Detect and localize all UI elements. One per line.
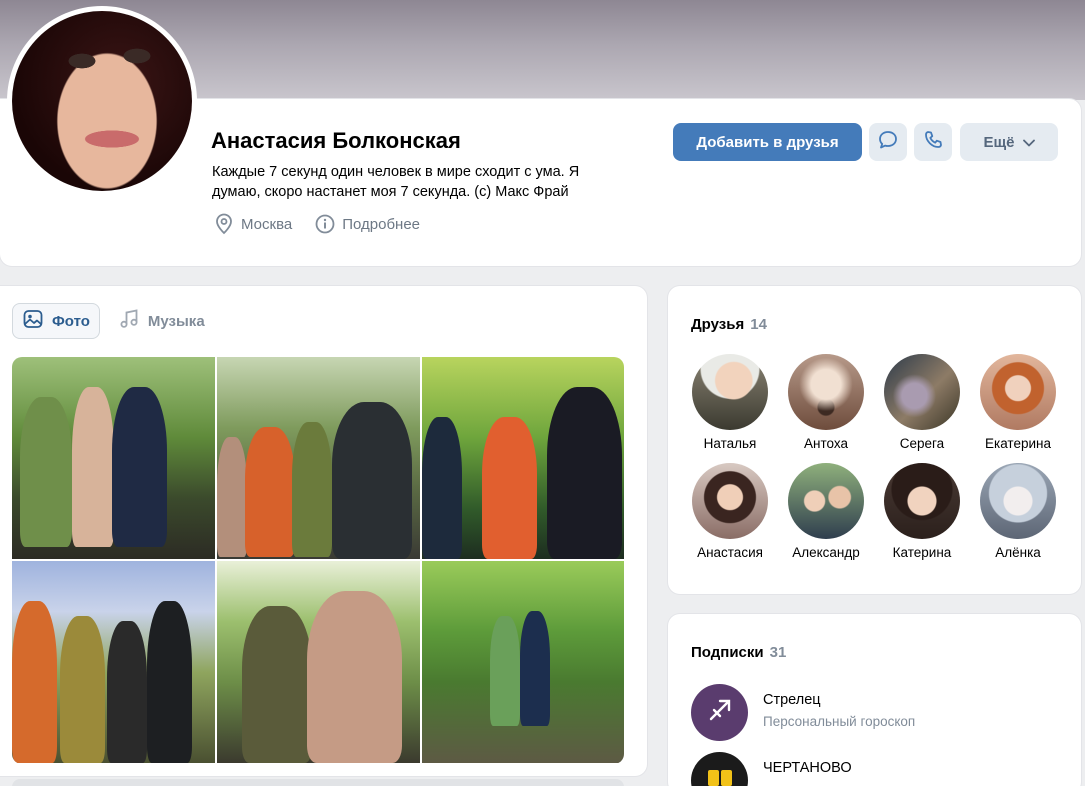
- friend-item[interactable]: Антоха: [778, 354, 874, 451]
- phone-icon: [922, 129, 944, 156]
- friend-name: Антоха: [804, 436, 848, 451]
- subscriptions-card: Подписки 31 Стрелец Персональный гороскоп…: [668, 614, 1081, 786]
- photo-thumbnail[interactable]: [217, 357, 420, 559]
- profile-details-link[interactable]: Подробнее: [342, 216, 420, 233]
- avatar: [692, 463, 768, 539]
- friends-grid: Наталья Антоха Серега Екатерина Анастаси…: [682, 354, 1066, 560]
- photo-thumbnail[interactable]: [422, 561, 624, 763]
- tab-photos-label: Фото: [52, 312, 90, 330]
- photo-thumbnail[interactable]: [12, 561, 215, 763]
- chevron-down-icon: [1022, 134, 1035, 151]
- profile-info-row: Москва Подробнее: [213, 212, 420, 236]
- message-button[interactable]: [869, 123, 907, 161]
- avatar: [980, 354, 1056, 430]
- next-card-edge: [12, 779, 624, 786]
- friends-title-label: Друзья: [691, 316, 745, 333]
- profile-status: Каждые 7 секунд один человек в мире сход…: [212, 164, 580, 200]
- sagittarius-icon: [702, 692, 738, 733]
- friend-name: Анастасия: [697, 545, 763, 560]
- info-icon[interactable]: [314, 213, 336, 235]
- message-icon: [877, 129, 899, 156]
- friends-count: 14: [750, 316, 767, 333]
- friend-item[interactable]: Александр: [778, 463, 874, 560]
- photo-thumbnail[interactable]: [422, 357, 624, 559]
- more-label: Ещё: [983, 133, 1015, 151]
- media-card: Фото Музыка: [0, 286, 647, 776]
- friend-item[interactable]: Алёнка: [970, 463, 1066, 560]
- call-button[interactable]: [914, 123, 952, 161]
- friend-item[interactable]: Серега: [874, 354, 970, 451]
- more-button[interactable]: Ещё: [960, 123, 1058, 161]
- subscription-item[interactable]: ЧЕРТАНОВО: [691, 752, 852, 786]
- friend-name: Екатерина: [985, 436, 1051, 451]
- avatar: [691, 684, 748, 741]
- photo-thumbnail[interactable]: [217, 561, 420, 763]
- friend-item[interactable]: Екатерина: [970, 354, 1066, 451]
- friend-name: Наталья: [703, 436, 757, 451]
- subscription-name: Стрелец: [763, 692, 821, 708]
- photo-icon: [22, 308, 44, 334]
- profile-city: Москва: [241, 215, 293, 233]
- subscriptions-count: 31: [769, 644, 787, 661]
- add-friend-button[interactable]: Добавить в друзья: [673, 123, 862, 161]
- subscription-name: ЧЕРТАНОВО: [763, 760, 852, 776]
- friend-name: Александр: [792, 545, 860, 560]
- profile-avatar[interactable]: [7, 6, 197, 196]
- media-tabs: Фото Музыка: [12, 303, 215, 339]
- location-pin-icon: [213, 213, 235, 235]
- tab-music-label: Музыка: [147, 312, 205, 330]
- avatar: [788, 354, 864, 430]
- tab-photos[interactable]: Фото: [12, 303, 100, 339]
- avatar: [691, 752, 748, 786]
- avatar: [692, 354, 768, 430]
- avatar: [788, 463, 864, 539]
- tab-music[interactable]: Музыка: [108, 303, 215, 339]
- subscriptions-title[interactable]: Подписки 31: [691, 644, 786, 661]
- avatar: [884, 463, 960, 539]
- friend-item[interactable]: Катерина: [874, 463, 970, 560]
- profile-photo: [12, 11, 192, 191]
- photo-grid: [12, 357, 624, 764]
- subscriptions-title-label: Подписки: [691, 644, 764, 661]
- music-icon: [118, 308, 140, 334]
- photo-thumbnail[interactable]: [12, 357, 215, 559]
- brand-logo-icon: [702, 760, 738, 786]
- friend-item[interactable]: Анастасия: [682, 463, 778, 560]
- friend-item[interactable]: Наталья: [682, 354, 778, 451]
- subscription-desc: Персональный гороскоп: [763, 714, 916, 729]
- friends-title[interactable]: Друзья 14: [691, 316, 767, 333]
- friends-card: Друзья 14 Наталья Антоха Серега Екатерина…: [668, 286, 1081, 594]
- avatar: [980, 463, 1056, 539]
- friend-name: Катерина: [892, 545, 952, 560]
- friend-name: Алёнка: [995, 545, 1041, 560]
- friend-name: Серега: [899, 436, 945, 451]
- profile-name: Анастасия Болконская: [211, 128, 461, 153]
- subscription-item[interactable]: Стрелец Персональный гороскоп: [691, 684, 915, 741]
- avatar: [884, 354, 960, 430]
